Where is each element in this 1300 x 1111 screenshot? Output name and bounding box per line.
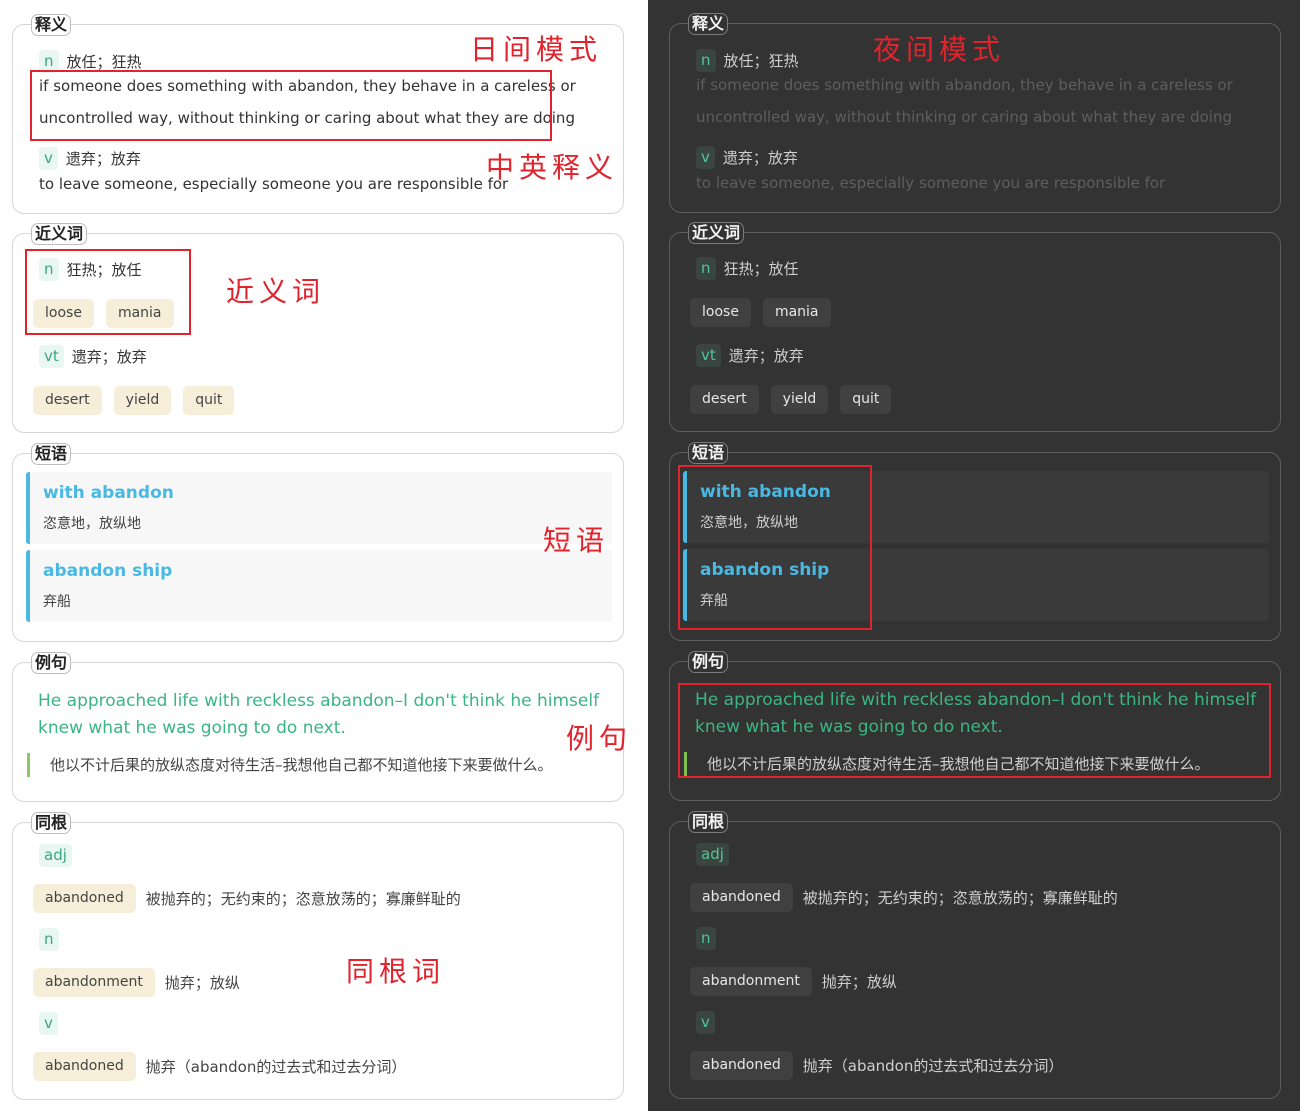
pos-tag: n	[696, 257, 716, 280]
phrase-en: abandon ship	[43, 561, 173, 581]
pos-tag: v	[39, 1012, 58, 1035]
definition-zh: 放任；狂热	[66, 53, 142, 71]
highlight-box	[25, 249, 191, 335]
definition-v-line: v 遗弃；放弃	[696, 146, 798, 169]
pos-tag: n	[696, 49, 716, 72]
phrases-label: 短语	[688, 442, 729, 464]
phrase-item[interactable]: abandon ship 弃船	[26, 550, 612, 622]
synonyms-label: 近义词	[688, 222, 745, 244]
cognates-card: 同根 adj abandoned 被抛弃的；无约束的；恣意放荡的；寡廉鲜耻的 n…	[669, 811, 1281, 1099]
definition-zh: 遗弃；放弃	[722, 149, 798, 167]
annotation-cognates: 同根词	[346, 955, 446, 988]
pos-tag: v	[39, 147, 58, 170]
cognate-row: abandoned 抛弃（abandon的过去式和过去分词）	[33, 1052, 406, 1081]
night-mode-panel: 释义 n 放任；狂热 if someone does something wit…	[657, 0, 1293, 1111]
phrase-zh: 恣意地，放纵地	[43, 516, 141, 532]
cognate-meaning: 被抛弃的；无约束的；恣意放荡的；寡廉鲜耻的	[145, 890, 461, 908]
cognate-row: abandonment 抛弃；放纵	[690, 967, 897, 996]
day-mode-panel: 释义 n 放任；狂热 if someone does something wit…	[0, 0, 648, 1111]
definition-n-line: n 放任；狂热	[696, 49, 799, 72]
pos-tag: n	[696, 927, 716, 950]
synonym-chip[interactable]: mania	[762, 298, 831, 327]
cognate-word-chip[interactable]: abandonment	[33, 968, 155, 997]
annotation-bilingual: 中英释义	[486, 151, 619, 184]
synonym-chip-row: desert yield quit	[690, 385, 892, 414]
phrases-label: 短语	[31, 443, 72, 465]
synonym-chip[interactable]: yield	[113, 386, 172, 415]
definition-en: uncontrolled way, without thinking or ca…	[696, 108, 1232, 126]
annotation-synonyms: 近义词	[226, 275, 326, 308]
cognate-row: abandoned 被抛弃的；无约束的；恣意放荡的；寡廉鲜耻的	[690, 883, 1118, 912]
cognate-word-chip[interactable]: abandoned	[690, 1051, 793, 1080]
phrases-card: 短语 with abandon 恣意地，放纵地 abandon ship 弃船	[12, 443, 624, 642]
example-en: He approached life with reckless abandon…	[38, 691, 600, 738]
synonym-zh: 遗弃；放弃	[728, 347, 804, 365]
cognate-meaning: 抛弃；放纵	[164, 974, 240, 992]
definition-label: 释义	[688, 13, 729, 35]
cognates-label: 同根	[31, 812, 72, 834]
pos-tag: vt	[39, 345, 64, 368]
definition-en: if someone does something with abandon, …	[696, 76, 1233, 94]
synonym-n-line: n 狂热；放任	[696, 257, 799, 280]
cognate-row: abandoned 被抛弃的；无约束的；恣意放荡的；寡廉鲜耻的	[33, 884, 461, 913]
synonym-vt-line: vt 遗弃；放弃	[696, 344, 804, 367]
definition-label: 释义	[31, 14, 72, 36]
synonym-chip-row: loose mania	[690, 298, 831, 327]
synonyms-card: 近义词 n 狂热；放任 loose mania vt 遗弃；放弃 desert …	[669, 222, 1281, 432]
examples-label: 例句	[31, 652, 72, 674]
annotation-examples: 例句	[566, 722, 633, 755]
synonym-chip[interactable]: yield	[770, 385, 829, 414]
definition-en: to leave someone, especially someone you…	[39, 175, 509, 193]
synonym-chip[interactable]: loose	[690, 298, 751, 327]
synonym-vt-line: vt 遗弃；放弃	[39, 345, 147, 368]
example-zh: 他以不计后果的放纵态度对待生活–我想他自己都不知道他接下来要做什么。	[27, 753, 553, 777]
cognates-label: 同根	[688, 811, 729, 833]
pos-tag: n	[39, 928, 59, 951]
cognate-meaning: 抛弃；放纵	[821, 973, 897, 991]
examples-card: 例句 He approached life with reckless aban…	[12, 652, 624, 802]
phrase-en: with abandon	[43, 483, 174, 503]
synonym-chip[interactable]: desert	[33, 386, 102, 415]
cognate-word-chip[interactable]: abandoned	[33, 884, 136, 913]
definition-en: to leave someone, especially someone you…	[696, 174, 1166, 192]
pos-tag: v	[696, 146, 715, 169]
cognate-row: abandonment 抛弃；放纵	[33, 968, 240, 997]
cognate-word-chip[interactable]: abandoned	[690, 883, 793, 912]
pos-tag: adj	[39, 844, 72, 867]
cognate-word-chip[interactable]: abandoned	[33, 1052, 136, 1081]
definition-zh: 遗弃；放弃	[65, 150, 141, 168]
cognate-word-chip[interactable]: abandonment	[690, 967, 812, 996]
synonym-chip-row: desert yield quit	[33, 386, 235, 415]
definition-v-line: v 遗弃；放弃	[39, 147, 141, 170]
annotation-night-mode: 夜间模式	[873, 33, 1006, 66]
highlight-box	[678, 465, 872, 630]
annotation-phrases: 短语	[543, 524, 610, 557]
synonym-chip[interactable]: quit	[840, 385, 892, 414]
synonyms-label: 近义词	[31, 223, 88, 245]
pos-tag: adj	[696, 843, 729, 866]
annotation-day-mode: 日间模式	[470, 33, 603, 66]
phrase-zh: 弃船	[43, 594, 71, 610]
synonym-chip[interactable]: desert	[690, 385, 759, 414]
cognate-row: abandoned 抛弃（abandon的过去式和过去分词）	[690, 1051, 1063, 1080]
synonym-zh: 狂热；放任	[723, 260, 799, 278]
pos-tag: vt	[696, 344, 721, 367]
phrase-item[interactable]: with abandon 恣意地，放纵地	[26, 472, 612, 544]
cognate-meaning: 抛弃（abandon的过去式和过去分词）	[145, 1058, 407, 1076]
definition-zh: 放任；狂热	[723, 52, 799, 70]
pos-tag: v	[696, 1011, 715, 1034]
synonym-chip[interactable]: quit	[183, 386, 235, 415]
highlight-box	[678, 683, 1271, 778]
cognates-card: 同根 adj abandoned 被抛弃的；无约束的；恣意放荡的；寡廉鲜耻的 n…	[12, 812, 624, 1100]
highlight-box	[30, 70, 552, 141]
examples-label: 例句	[688, 651, 729, 673]
cognate-meaning: 被抛弃的；无约束的；恣意放荡的；寡廉鲜耻的	[802, 889, 1118, 907]
synonym-zh: 遗弃；放弃	[71, 348, 147, 366]
cognate-meaning: 抛弃（abandon的过去式和过去分词）	[802, 1057, 1064, 1075]
